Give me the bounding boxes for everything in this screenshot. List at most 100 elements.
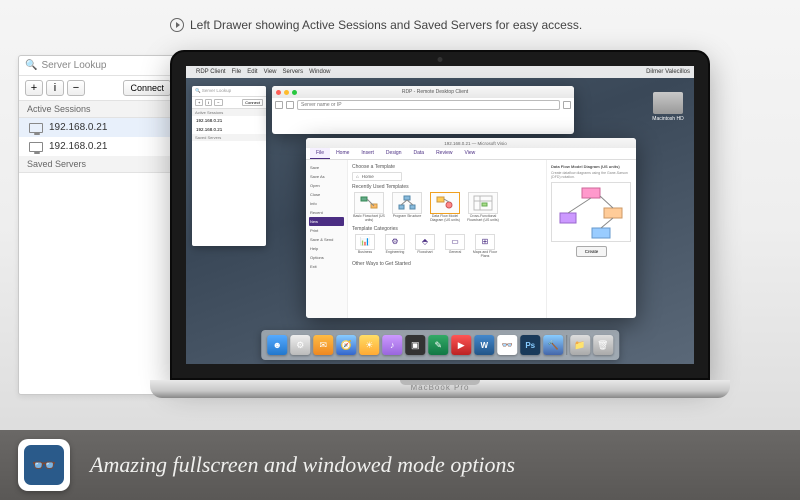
side-exit[interactable]: Exit	[309, 262, 344, 271]
dock-word[interactable]: W	[474, 335, 494, 355]
session-ip: 192.168.0.21	[49, 141, 107, 152]
harddrive-icon[interactable]: Macintosh HD	[652, 92, 684, 122]
choose-template-label: Choose a Template	[352, 164, 542, 170]
zoom-icon[interactable]	[292, 90, 297, 95]
inner-remove[interactable]: −	[214, 99, 222, 106]
categories-label: Template Categories	[352, 226, 542, 232]
dock-app[interactable]: ✎	[428, 335, 448, 355]
info-button[interactable]: i	[46, 80, 64, 96]
top-caption: Left Drawer showing Active Sessions and …	[190, 18, 582, 32]
menubar-user[interactable]: Dilmer Valecillos	[646, 69, 690, 75]
create-button[interactable]: Create	[576, 246, 608, 257]
visio-sidebar: Save Save As Open Close Info Recent New …	[306, 160, 348, 318]
minimize-icon[interactable]	[284, 90, 289, 95]
server-search[interactable]: 🔍 Server Lookup	[19, 56, 177, 76]
category-item[interactable]: 📊Business	[352, 234, 378, 258]
app-name[interactable]: RDP Client	[196, 69, 226, 75]
play-icon	[170, 18, 184, 32]
visio-window: 192.168.0.21 — Microsoft Visio File Home…	[306, 138, 636, 318]
dock-app[interactable]: ☀	[359, 335, 379, 355]
binoculars-icon: 👓	[24, 445, 64, 485]
menu-view[interactable]: View	[264, 69, 277, 75]
dock-app[interactable]: ▣	[405, 335, 425, 355]
side-close[interactable]: Close	[309, 190, 344, 199]
menubar: RDP Client File Edit View Servers Window…	[186, 66, 694, 78]
side-recent[interactable]: Recent	[309, 208, 344, 217]
inner-connect[interactable]: Connect	[242, 99, 263, 106]
close-icon[interactable]	[276, 90, 281, 95]
search-placeholder: Server Lookup	[41, 60, 106, 71]
dock-rdpclient[interactable]: 👓	[497, 335, 517, 355]
tab-insert[interactable]: Insert	[355, 148, 380, 159]
dock-photoshop[interactable]: Ps	[520, 335, 540, 355]
remove-button[interactable]: −	[67, 80, 85, 96]
macbook-base: MacBook Pro	[150, 380, 730, 398]
category-item[interactable]: ▭General	[442, 234, 468, 258]
side-open[interactable]: Open	[309, 181, 344, 190]
connect-button[interactable]: Connect	[123, 80, 171, 96]
menu-servers[interactable]: Servers	[283, 69, 304, 75]
home-breadcrumb[interactable]: ⌂ Home	[352, 172, 402, 181]
tab-file[interactable]: File	[310, 148, 330, 159]
tab-view[interactable]: View	[458, 148, 481, 159]
side-new[interactable]: New	[309, 217, 344, 226]
inner-session[interactable]: 192.168.0.21	[192, 125, 266, 134]
menu-window[interactable]: Window	[309, 69, 330, 75]
rdp-title: RDP - Remote Desktop Client	[402, 89, 468, 95]
session-item[interactable]: 192.168.0.21	[19, 118, 177, 137]
side-save[interactable]: Save	[309, 163, 344, 172]
monitor-icon	[29, 142, 43, 152]
dock-trash[interactable]: 🗑	[593, 335, 613, 355]
reload-icon[interactable]	[563, 101, 571, 109]
side-sendsave[interactable]: Save & Send	[309, 235, 344, 244]
left-drawer: 🔍 Server Lookup + i − Connect Active Ses…	[18, 55, 178, 395]
dock-safari[interactable]: 🧭	[336, 335, 356, 355]
monitor-icon	[29, 123, 43, 133]
tab-design[interactable]: Design	[380, 148, 408, 159]
add-button[interactable]: +	[25, 80, 43, 96]
dock-folder[interactable]: 📁	[570, 335, 590, 355]
dock-app[interactable]: ▶	[451, 335, 471, 355]
inner-search[interactable]: 🔍 Server Lookup	[192, 86, 266, 97]
side-saveas[interactable]: Save As	[309, 172, 344, 181]
address-field[interactable]	[297, 100, 560, 110]
dock-app[interactable]: ✉	[313, 335, 333, 355]
side-options[interactable]: Options	[309, 253, 344, 262]
tab-data[interactable]: Data	[408, 148, 431, 159]
inner-info[interactable]: i	[205, 99, 212, 106]
dock-app[interactable]: ⚙	[290, 335, 310, 355]
tab-review[interactable]: Review	[430, 148, 458, 159]
category-item[interactable]: ⊞Maps and Floor Plans	[472, 234, 498, 258]
preview-desc: Create dataflow diagrams using the Gane-…	[551, 171, 632, 179]
visio-app-name: Microsoft Visio	[478, 141, 507, 146]
template-item[interactable]: Program Structure	[390, 192, 424, 223]
session-item[interactable]: 192.168.0.21	[19, 137, 177, 156]
template-item[interactable]: Basic Flowchart (US units)	[352, 192, 386, 223]
menu-edit[interactable]: Edit	[247, 69, 257, 75]
preview-diagram	[551, 182, 631, 242]
dock: ☻ ⚙ ✉ 🧭 ☀ ♪ ▣ ✎ ▶ W 👓 Ps 🔨 📁 🗑	[261, 330, 619, 360]
menu-file[interactable]: File	[232, 69, 242, 75]
saved-servers-header: Saved Servers	[19, 156, 177, 173]
side-info[interactable]: Info	[309, 199, 344, 208]
side-print[interactable]: Print	[309, 226, 344, 235]
template-item[interactable]: Cross-Functional Flowchart (US units)	[466, 192, 500, 223]
back-icon[interactable]	[275, 101, 283, 109]
forward-icon[interactable]	[286, 101, 294, 109]
category-item[interactable]: ⚙Engineering	[382, 234, 408, 258]
macbook-frame: RDP Client File Edit View Servers Window…	[170, 50, 710, 398]
dock-xcode[interactable]: 🔨	[543, 335, 563, 355]
category-item[interactable]: ⬘Flowchart	[412, 234, 438, 258]
dock-finder[interactable]: ☻	[267, 335, 287, 355]
side-help[interactable]: Help	[309, 244, 344, 253]
template-item[interactable]: Data Flow Model Diagram (US units)	[428, 192, 462, 223]
tab-home[interactable]: Home	[330, 148, 355, 159]
active-sessions-header: Active Sessions	[19, 101, 177, 118]
footer-tagline: Amazing fullscreen and windowed mode opt…	[90, 452, 515, 478]
inner-add[interactable]: +	[195, 99, 203, 106]
session-ip: 192.168.0.21	[49, 122, 107, 133]
visio-title-ip: 192.168.0.21	[444, 141, 470, 146]
rdp-window: RDP - Remote Desktop Client	[272, 86, 574, 134]
inner-session[interactable]: 192.168.0.21	[192, 116, 266, 125]
dock-app[interactable]: ♪	[382, 335, 402, 355]
